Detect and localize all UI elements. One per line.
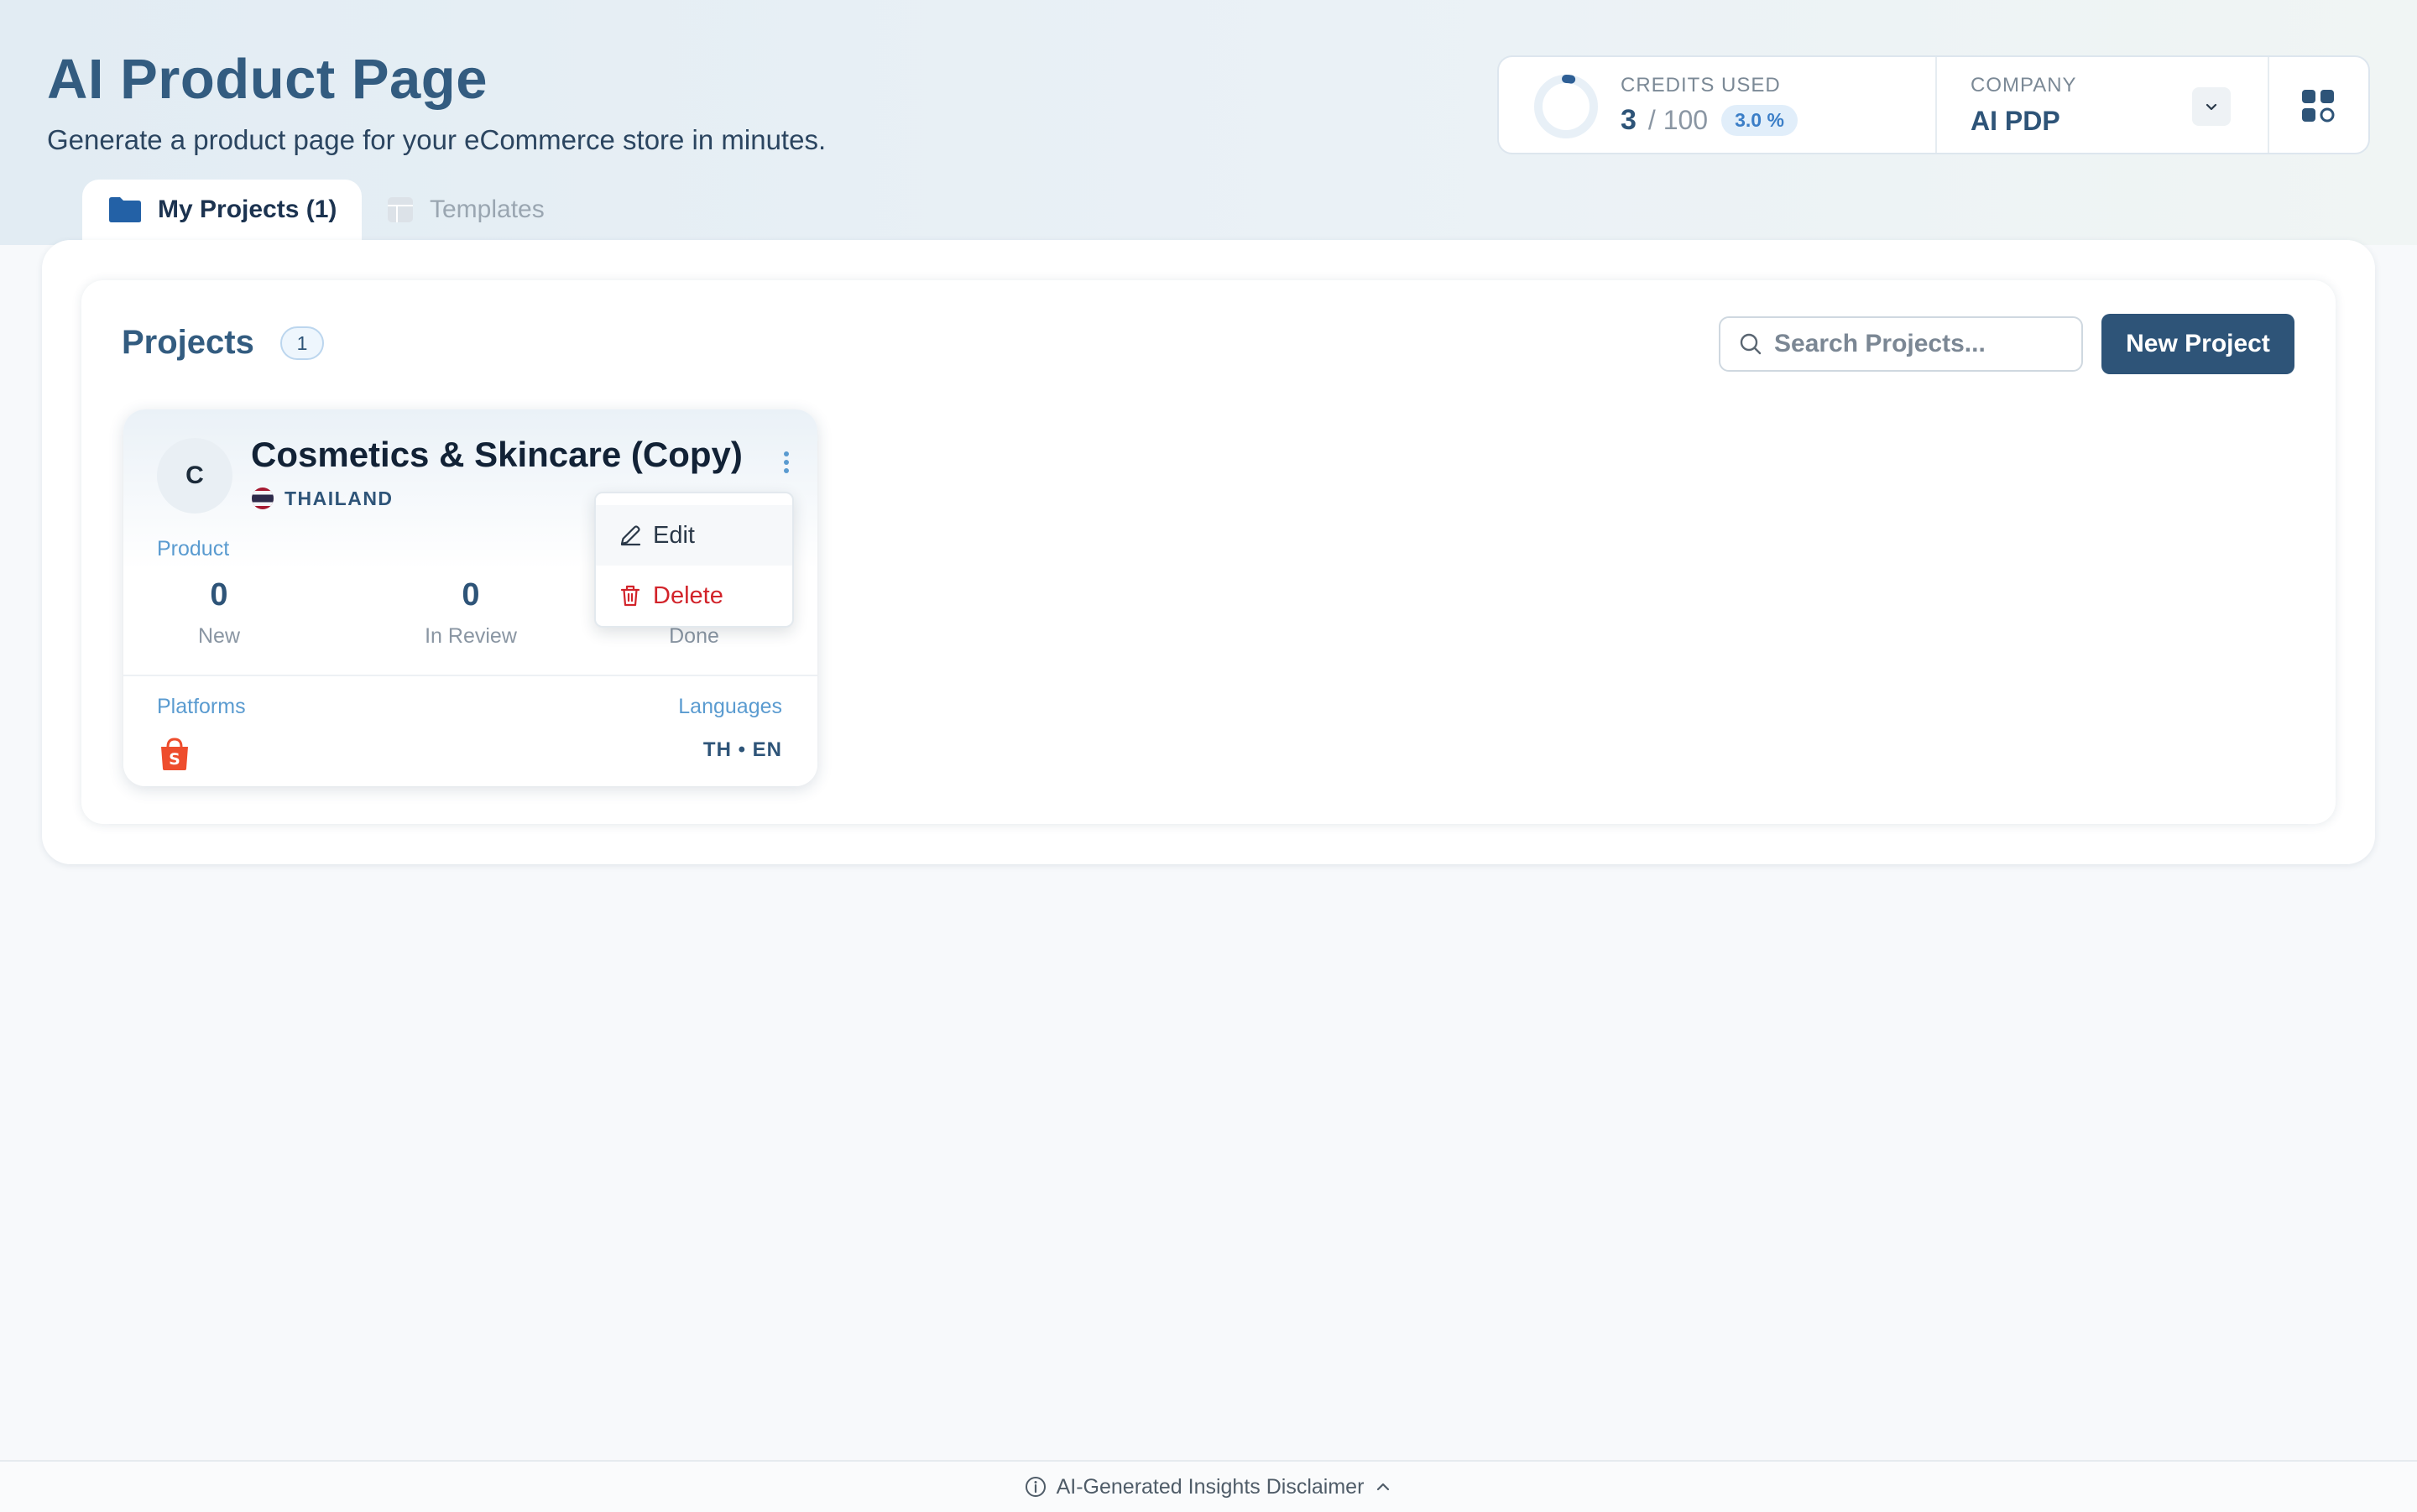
projects-count-badge: 1 [280, 326, 324, 360]
search-icon [1740, 333, 1762, 355]
menu-edit-label: Edit [653, 521, 695, 549]
apps-button[interactable] [2296, 84, 2340, 128]
stat-new-value: 0 [210, 577, 228, 613]
project-context-menu: Edit Delete [594, 492, 794, 628]
card-divider [123, 675, 817, 676]
credits-progress-ring [1534, 75, 1598, 138]
page-subtitle: Generate a product page for your eCommer… [47, 124, 827, 155]
shopee-bag-icon: S [161, 738, 188, 770]
account-panel: CREDITS USED 3 / 100 3.0 % COMPANY AI PD… [1497, 55, 2370, 154]
company-dropdown-button[interactable] [2192, 87, 2231, 126]
tab-label: My Projects (1) [158, 196, 337, 223]
search-box[interactable] [1719, 316, 2083, 372]
stat-new-label: New [197, 624, 240, 648]
country-name: THAILAND [285, 487, 394, 509]
project-menu-button[interactable] [770, 443, 803, 482]
credits-value: 3 / 100 3.0 % [1621, 104, 1798, 137]
apps-grid-icon [2302, 90, 2335, 123]
credits-label: CREDITS USED [1621, 74, 1781, 96]
stat-done-label: Done [669, 624, 719, 648]
projects-title: Projects [122, 324, 254, 361]
pencil-icon [620, 525, 641, 546]
new-project-button[interactable]: New Project [2101, 314, 2294, 374]
stat-in-review-value: 0 [462, 577, 480, 613]
disclaimer-text: AI-Generated Insights Disclaimer [1056, 1474, 1365, 1499]
template-icon [388, 197, 413, 222]
menu-delete-label: Delete [653, 581, 723, 609]
thailand-flag-icon [252, 487, 274, 509]
company-name: AI PDP [1971, 106, 2060, 136]
product-label: Product [157, 537, 230, 560]
info-icon [1025, 1477, 1046, 1497]
kebab-menu-icon [784, 451, 789, 473]
languages-label: Languages [678, 695, 782, 718]
company-label: COMPANY [1971, 74, 2077, 96]
platforms-label: Platforms [157, 695, 246, 718]
main-content: Projects 1 New Project C Cosmetics & Ski… [42, 240, 2375, 864]
menu-edit[interactable]: Edit [596, 505, 792, 566]
project-avatar: C [157, 438, 232, 514]
panel-divider [1935, 57, 1937, 153]
project-name[interactable]: Cosmetics & Skincare (Copy) [251, 435, 743, 475]
credits-used: 3 [1621, 104, 1637, 136]
disclaimer-bar[interactable]: AI-Generated Insights Disclaimer [0, 1460, 2417, 1512]
project-languages: TH • EN [702, 738, 782, 761]
credits-total: / 100 [1647, 105, 1709, 135]
project-country: THAILAND [251, 487, 394, 510]
chevron-up-icon [1377, 1483, 1390, 1491]
svg-text:S: S [169, 750, 180, 769]
tab-label: Templates [430, 196, 545, 223]
stat-in-review-label: In Review [425, 624, 517, 648]
search-input[interactable] [1772, 329, 2061, 359]
trash-icon [620, 585, 640, 607]
menu-delete[interactable]: Delete [596, 566, 792, 626]
chevron-down-icon [2206, 103, 2217, 111]
credits-percent-badge: 3.0 % [1721, 105, 1798, 136]
folder-icon [109, 197, 141, 222]
tab-my-projects[interactable]: My Projects (1) [82, 180, 362, 240]
page-title: AI Product Page [47, 48, 488, 111]
projects-panel: Projects 1 New Project C Cosmetics & Ski… [81, 280, 2336, 824]
tab-templates[interactable]: Templates [384, 180, 577, 240]
panel-divider [2268, 57, 2269, 153]
